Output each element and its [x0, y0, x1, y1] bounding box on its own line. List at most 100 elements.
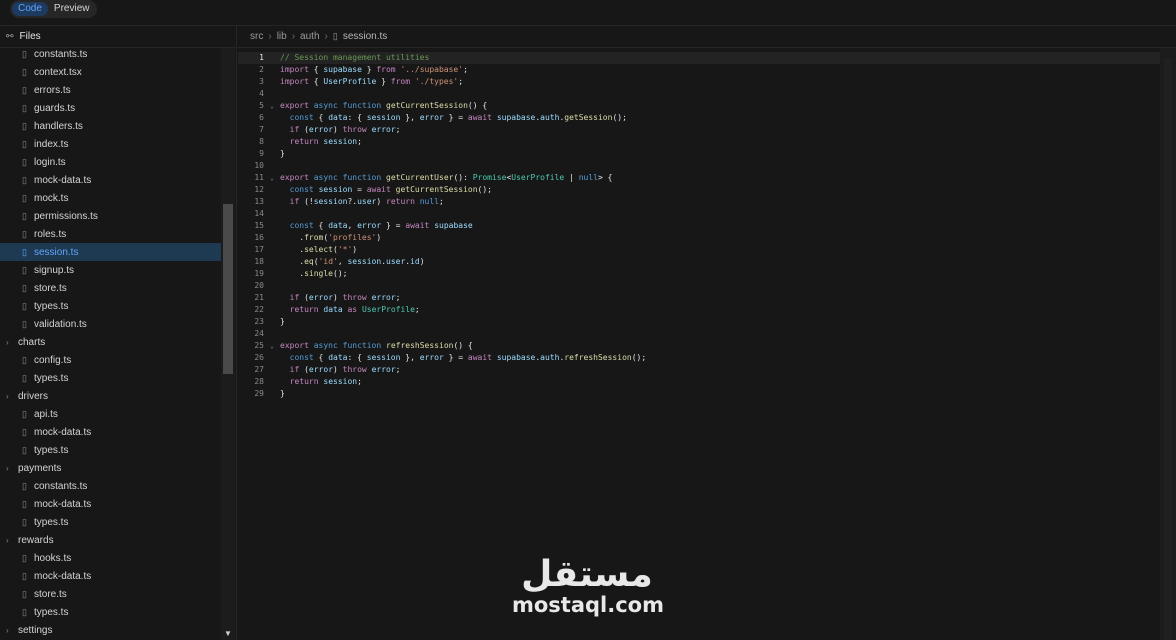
file-item[interactable]: ▯ types.ts	[0, 369, 221, 387]
code-text: return session;	[280, 136, 362, 148]
editor-scrollbar-thumb[interactable]	[1164, 58, 1172, 640]
file-item[interactable]: ▯ mock-data.ts	[0, 495, 221, 513]
code-line[interactable]: 9}	[238, 148, 1160, 160]
file-item[interactable]: ▯ types.ts	[0, 441, 221, 459]
code-token: }	[376, 77, 391, 86]
file-icon: ▯	[22, 192, 27, 203]
file-item[interactable]: ▯ types.ts	[0, 513, 221, 531]
file-icon: ▯	[22, 372, 27, 383]
code-token: function	[342, 173, 382, 182]
code-line[interactable]: 8 return session;	[238, 136, 1160, 148]
breadcrumb-item[interactable]: auth	[300, 31, 319, 42]
code-line[interactable]: 17 .select('*')	[238, 244, 1160, 256]
code-line[interactable]: 19 .single();	[238, 268, 1160, 280]
code-line[interactable]: 24	[238, 328, 1160, 340]
file-item[interactable]: ▯ mock.ts	[0, 189, 221, 207]
code-line[interactable]: 21 if (error) throw error;	[238, 292, 1160, 304]
code-line[interactable]: 27 if (error) throw error;	[238, 364, 1160, 376]
code-token: async	[313, 341, 338, 350]
code-token: ();	[631, 353, 647, 362]
file-item[interactable]: ▯ mock-data.ts	[0, 567, 221, 585]
code-line[interactable]: 29}	[238, 388, 1160, 400]
file-item[interactable]: ▯ hooks.ts	[0, 549, 221, 567]
breadcrumb-item[interactable]: src	[250, 31, 263, 42]
code-token: ,	[347, 221, 358, 230]
code-token: supabase	[434, 221, 473, 230]
code-token: function	[342, 341, 382, 350]
file-item[interactable]: ▯ config.ts	[0, 351, 221, 369]
code-line[interactable]: 2 import { supabase } from '../supabase';	[238, 64, 1160, 76]
file-item[interactable]: ▯ permissions.ts	[0, 207, 221, 225]
file-item[interactable]: ▯ constants.ts	[0, 477, 221, 495]
code-line[interactable]: 11 ⌄ export async function getCurrentUser(…	[238, 172, 1160, 184]
code-line[interactable]: 18 .eq('id', session.user.id)	[238, 256, 1160, 268]
file-icon: ▯	[22, 552, 27, 563]
file-item[interactable]: ▯ errors.ts	[0, 81, 221, 99]
file-item[interactable]: ▯ mock-data.ts	[0, 423, 221, 441]
file-item[interactable]: ▯ api.ts	[0, 405, 221, 423]
top-bar: Code Preview	[0, 0, 1176, 26]
file-item[interactable]: ▯ guards.ts	[0, 99, 221, 117]
breadcrumb-item[interactable]: session.ts	[343, 31, 387, 42]
code-token: async	[313, 101, 338, 110]
fold-gutter	[264, 112, 280, 124]
editor-scrollbar[interactable]	[1160, 48, 1176, 640]
file-item[interactable]: ▯ handlers.ts	[0, 117, 221, 135]
code-line[interactable]: 23}	[238, 316, 1160, 328]
code-text: if (error) throw error;	[280, 124, 401, 136]
file-item[interactable]: ▯ types.ts	[0, 603, 221, 621]
scroll-down-arrow-icon[interactable]: ▼	[223, 629, 233, 638]
code-line[interactable]: 28 return session;	[238, 376, 1160, 388]
code-line[interactable]: 12 const session = await getCurrentSessi…	[238, 184, 1160, 196]
file-item[interactable]: ▯ store.ts	[0, 279, 221, 297]
code-line[interactable]: 14	[238, 208, 1160, 220]
file-tree-scrollbar[interactable]: ▼	[221, 48, 235, 640]
code-line[interactable]: 15 const { data, error } = await supabas…	[238, 220, 1160, 232]
line-number: 12	[254, 185, 264, 194]
fold-chevron-icon[interactable]: ⌄	[264, 340, 280, 352]
code-line[interactable]: 5 ⌄ export async function getCurrentSessio…	[238, 100, 1160, 112]
tab-preview[interactable]: Preview	[48, 2, 96, 16]
folder-item[interactable]: › rewards	[0, 531, 221, 549]
code-line[interactable]: 10	[238, 160, 1160, 172]
code-line[interactable]: 25 ⌄ export async function refreshSession(…	[238, 340, 1160, 352]
folder-item[interactable]: › drivers	[0, 387, 221, 405]
folder-item[interactable]: › settings	[0, 621, 221, 639]
file-item[interactable]: ▯ constants.ts	[0, 45, 221, 63]
code-token: ;	[395, 365, 401, 374]
file-item[interactable]: ▯ store.ts	[0, 585, 221, 603]
code-line[interactable]: 6 const { data: { session }, error } = a…	[238, 112, 1160, 124]
fold-chevron-icon[interactable]: ⌄	[264, 172, 280, 184]
folder-item[interactable]: › payments	[0, 459, 221, 477]
file-label: mock-data.ts	[34, 498, 92, 510]
file-item[interactable]: ▯ signup.ts	[0, 261, 221, 279]
code-line[interactable]: 1 // Session management utilities	[238, 52, 1160, 64]
scrollbar-thumb[interactable]	[223, 204, 233, 374]
code-line[interactable]: 7 if (error) throw error;	[238, 124, 1160, 136]
code-text: return session;	[280, 376, 362, 388]
code-area[interactable]: 1 // Session management utilities 2 import …	[238, 52, 1160, 400]
code-line[interactable]: 13 if (!session?.user) return null;	[238, 196, 1160, 208]
code-line[interactable]: 4	[238, 88, 1160, 100]
file-label: store.ts	[34, 588, 67, 600]
file-item[interactable]: ▯ roles.ts	[0, 225, 221, 243]
file-item[interactable]: ▯ types.ts	[0, 297, 221, 315]
file-item[interactable]: ▯ mock-data.ts	[0, 171, 221, 189]
file-item[interactable]: ▯ index.ts	[0, 135, 221, 153]
code-token: 'id'	[318, 257, 338, 266]
code-line[interactable]: 16 .from('profiles')	[238, 232, 1160, 244]
code-line[interactable]: 3 import { UserProfile } from './types';	[238, 76, 1160, 88]
code-token: (	[299, 365, 309, 374]
breadcrumb-item[interactable]: lib	[277, 31, 287, 42]
file-item[interactable]: ▯ session.ts	[0, 243, 221, 261]
file-item[interactable]: ▯ login.ts	[0, 153, 221, 171]
code-line[interactable]: 20	[238, 280, 1160, 292]
code-line[interactable]: 22 return data as UserProfile;	[238, 304, 1160, 316]
file-item[interactable]: ▯ validation.ts	[0, 315, 221, 333]
tab-code[interactable]: Code	[12, 2, 48, 16]
file-item[interactable]: ▯ context.tsx	[0, 63, 221, 81]
folder-item[interactable]: › charts	[0, 333, 221, 351]
code-line[interactable]: 26 const { data: { session }, error } = …	[238, 352, 1160, 364]
fold-chevron-icon[interactable]: ⌄	[264, 100, 280, 112]
code-token: )	[376, 197, 386, 206]
